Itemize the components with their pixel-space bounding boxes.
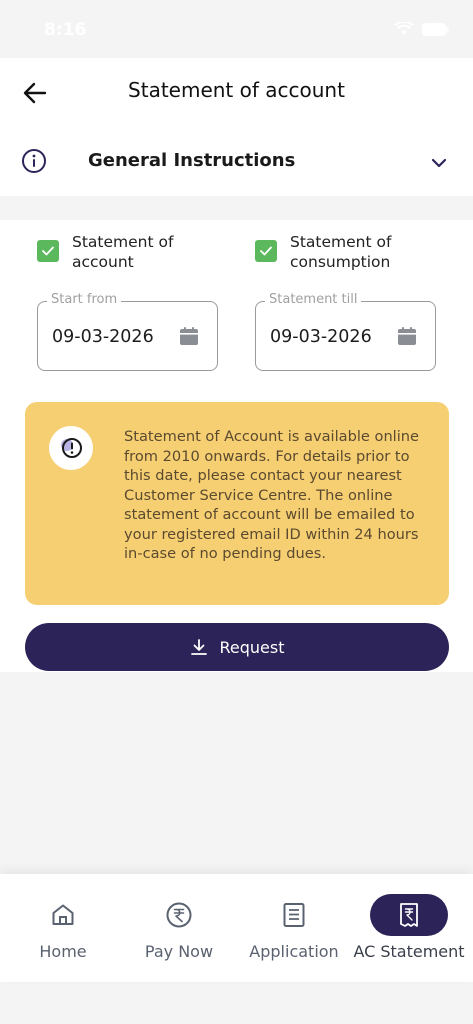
battery-icon: [422, 22, 449, 36]
statement-of-account-option[interactable]: Statement of account: [37, 232, 202, 272]
statement-icon: [370, 894, 448, 936]
statement-of-account-checkbox[interactable]: [37, 240, 59, 262]
end-date-value: 09-03-2026: [270, 327, 372, 347]
bottom-nav: Home Pay Now Application AC Statement: [0, 874, 473, 982]
start-date-field[interactable]: Start from 09-03-2026: [37, 292, 218, 371]
nav-item-pay-now[interactable]: Pay Now: [120, 874, 238, 982]
notice-text: Statement of Account is available online…: [124, 428, 420, 562]
statement-form: Statement of account Statement of consum…: [0, 220, 473, 672]
instructions-title: General Instructions: [88, 150, 296, 171]
nav-item-application[interactable]: Application: [235, 874, 353, 982]
alert-icon: [49, 426, 93, 470]
nav-item-ac-statement[interactable]: AC Statement: [350, 874, 468, 982]
general-instructions-accordion[interactable]: General Instructions: [0, 128, 473, 196]
statement-of-consumption-option[interactable]: Statement of consumption: [255, 232, 420, 272]
start-date-value: 09-03-2026: [52, 327, 154, 347]
start-date-label: Start from: [47, 292, 122, 307]
status-time: 8:16: [44, 20, 87, 40]
download-icon: [190, 639, 207, 655]
status-icons: [394, 22, 449, 36]
check-icon: [42, 246, 54, 256]
rupee-icon: [140, 894, 218, 936]
notice-box: Statement of Account is available online…: [25, 402, 449, 605]
page-title: Statement of account: [128, 78, 345, 102]
chevron-down-icon[interactable]: [431, 154, 447, 173]
request-label: Request: [219, 637, 285, 657]
statement-of-consumption-checkbox[interactable]: [255, 240, 277, 262]
wifi-icon: [394, 22, 414, 36]
request-button[interactable]: Request: [25, 623, 449, 671]
document-icon: [255, 894, 333, 936]
calendar-icon[interactable]: [397, 326, 417, 350]
calendar-icon[interactable]: [179, 326, 199, 350]
nav-label: Application: [249, 942, 339, 961]
status-bar: 8:16: [0, 0, 473, 58]
checkbox-label: Statement of account: [72, 233, 174, 271]
end-date-label: Statement till: [265, 292, 362, 307]
nav-label: AC Statement: [353, 942, 465, 961]
nav-label: Home: [39, 942, 87, 961]
nav-item-home[interactable]: Home: [4, 874, 122, 982]
app-header: Statement of account: [0, 58, 473, 128]
checkbox-label: Statement of consumption: [290, 233, 392, 271]
nav-label: Pay Now: [144, 942, 214, 961]
home-icon: [24, 894, 102, 936]
end-date-field[interactable]: Statement till 09-03-2026: [255, 292, 436, 371]
info-icon: [21, 148, 47, 178]
check-icon: [260, 246, 272, 256]
